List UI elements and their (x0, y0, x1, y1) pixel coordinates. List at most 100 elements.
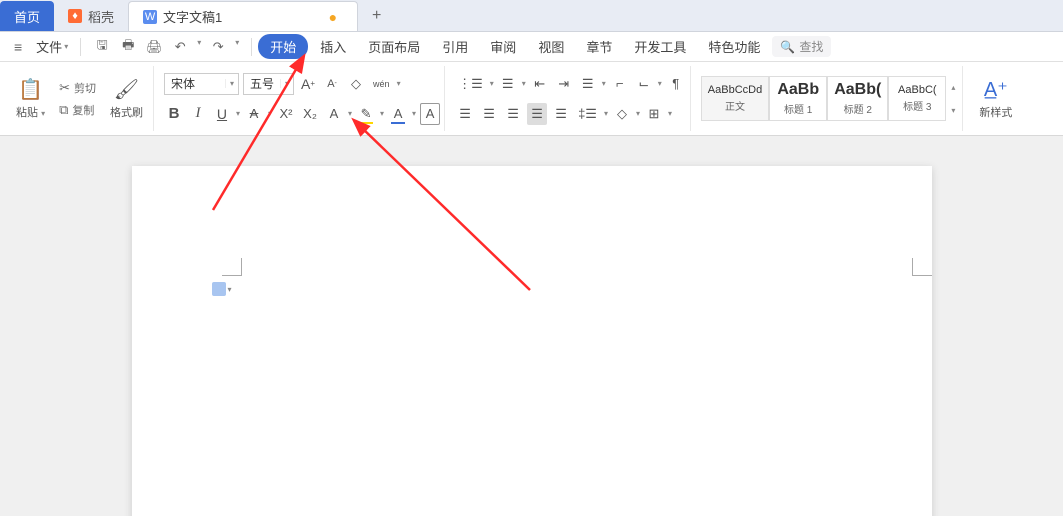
vert-align-button[interactable]: ☰ (578, 73, 598, 95)
align-left-button[interactable]: ☰ (455, 103, 475, 125)
copy-label: 复制 (72, 102, 94, 118)
page-control[interactable]: ▾ (212, 282, 232, 296)
chevron-down-icon[interactable]: ▾ (412, 109, 416, 118)
shading-button[interactable]: ◇ (612, 103, 632, 125)
bold-button[interactable]: B (164, 103, 184, 125)
grow-font-button[interactable]: A+ (298, 73, 318, 95)
chevron-down-icon[interactable]: ▾ (268, 109, 272, 118)
tab-page-layout[interactable]: 页面布局 (358, 34, 430, 59)
style-normal[interactable]: AaBbCcDd 正文 (701, 76, 769, 121)
redo-icon[interactable]: ↷ (209, 38, 227, 56)
chevron-down-icon[interactable]: ▾ (602, 79, 606, 88)
clear-format-button[interactable]: ◇ (346, 73, 366, 95)
chevron-down-icon[interactable]: ▾ (235, 38, 239, 56)
line-spacing-button[interactable]: ‡☰ (575, 103, 600, 125)
tab-review[interactable]: 审阅 (480, 34, 526, 59)
style-preview: AaBb( (834, 81, 881, 99)
ribbon: 📋 粘贴 ▾ ✂ 剪切 ⧉ 复制 🖌 格式刷 宋体 (0, 62, 1063, 136)
tab-view[interactable]: 视图 (528, 34, 574, 59)
align-center-button[interactable]: ☰ (479, 103, 499, 125)
char-border-button[interactable]: A (420, 103, 440, 125)
tab-chapters[interactable]: 章节 (576, 34, 622, 59)
tab-special[interactable]: 特色功能 (698, 34, 770, 59)
shrink-font-button[interactable]: A- (322, 73, 342, 95)
indent-decrease-button[interactable]: ⇤ (530, 73, 550, 95)
clipboard-group: 📋 粘贴 ▾ ✂ 剪切 ⧉ 复制 🖌 格式刷 (6, 66, 154, 131)
font-group: 宋体 ▾ 五号 ▾ A+ A- ◇ wén ▾ B I U ▾ A ▾ X² X… (160, 66, 445, 131)
document-page[interactable]: ▾ (132, 166, 932, 516)
tab-insert[interactable]: 插入 (310, 34, 356, 59)
tab-home[interactable]: 首页 (0, 1, 54, 31)
chevron-down-icon[interactable]: ▾ (236, 109, 240, 118)
new-style-button[interactable]: A̲⁺ 新样式 (973, 73, 1018, 124)
font-size-value: 五号 (244, 75, 280, 92)
chevron-down-icon[interactable]: ▾ (636, 109, 640, 118)
style-heading2[interactable]: AaBb( 标题 2 (827, 76, 888, 121)
copy-icon: ⧉ (59, 102, 68, 118)
document-workspace: ▾ (0, 136, 1063, 516)
save-icon[interactable]: 🖫 (93, 38, 111, 56)
hamburger-icon[interactable]: ≡ (8, 39, 28, 55)
chevron-down-icon[interactable]: ▾ (658, 79, 662, 88)
borders-button[interactable]: ⊞ (644, 103, 664, 125)
align-justify-button[interactable]: ☰ (527, 103, 547, 125)
chevron-down-icon[interactable]: ▾ (490, 79, 494, 88)
tab-docker[interactable]: ♦ 稻壳 (54, 1, 128, 31)
tab-document[interactable]: W 文字文稿1 ● (128, 1, 358, 31)
superscript-button[interactable]: X² (276, 103, 296, 125)
chevron-down-icon[interactable]: ▾ (397, 79, 401, 88)
chevron-down-icon[interactable]: ▾ (604, 109, 608, 118)
tab-new[interactable]: + (358, 1, 395, 31)
paste-button[interactable]: 📋 粘贴 ▾ (10, 73, 51, 124)
highlight-button[interactable]: ✎ (356, 103, 376, 125)
brush-icon: 🖌 (114, 77, 139, 102)
tab-developer[interactable]: 开发工具 (624, 34, 696, 59)
margin-marker-tl (222, 258, 242, 276)
numbering-button[interactable]: ☰ (498, 73, 518, 95)
paragraph-group: ⋮☰ ▾ ☰ ▾ ⇤ ⇥ ☰ ▾ ⌐ ⌙ ▾ ¶ ☰ ☰ ☰ ☰ ☰ ‡☰ ▾ ◇ ▾ ⊞ ▾ (451, 66, 691, 131)
align-right-button[interactable]: ☰ (503, 103, 523, 125)
cut-button[interactable]: ✂ 剪切 (55, 78, 100, 98)
distribute-button[interactable]: ☰ (551, 103, 571, 125)
style-name: 标题 2 (844, 101, 872, 116)
show-marks-button[interactable]: ¶ (666, 73, 686, 95)
chevron-down-icon[interactable]: ▾ (668, 109, 672, 118)
file-menu[interactable]: 文件 ▾ (30, 37, 74, 56)
print-icon[interactable]: 🖨 (145, 38, 163, 56)
print-preview-icon[interactable]: 🖶 (119, 38, 137, 56)
font-color-button[interactable]: A (388, 103, 408, 125)
unsaved-dot-icon: ● (329, 9, 337, 25)
style-name: 标题 3 (903, 98, 931, 113)
underline-button[interactable]: U (212, 103, 232, 125)
undo-icon[interactable]: ↶ (171, 38, 189, 56)
format-painter-button[interactable]: 🖌 格式刷 (104, 73, 149, 124)
line-bottom-button[interactable]: ⌙ (634, 73, 654, 95)
strikethrough-button[interactable]: A (244, 103, 264, 125)
indent-increase-button[interactable]: ⇥ (554, 73, 574, 95)
chevron-down-icon[interactable]: ▾ (380, 109, 384, 118)
cut-label: 剪切 (74, 80, 96, 96)
style-heading1[interactable]: AaBb 标题 1 (769, 76, 827, 121)
font-name-combo[interactable]: 宋体 ▾ (164, 73, 239, 95)
font-name-value: 宋体 (165, 75, 225, 92)
chevron-down-icon[interactable]: ▾ (348, 109, 352, 118)
text-effects-button[interactable]: A (324, 103, 344, 125)
search-box[interactable]: 🔍 查找 (772, 36, 831, 57)
phonetic-button[interactable]: wén (370, 73, 393, 95)
paste-label: 粘贴 ▾ (16, 104, 45, 120)
copy-button[interactable]: ⧉ 复制 (55, 100, 100, 120)
chevron-down-icon[interactable]: ▾ (197, 38, 201, 56)
tab-references[interactable]: 引用 (432, 34, 478, 59)
style-gallery-expand[interactable]: ▴ ▾ (948, 83, 958, 115)
style-heading3[interactable]: AaBbC( 标题 3 (888, 76, 946, 121)
tab-start[interactable]: 开始 (258, 34, 308, 59)
scissors-icon: ✂ (59, 80, 70, 96)
styles-group: AaBbCcDd 正文 AaBb 标题 1 AaBb( 标题 2 AaBbC( … (697, 66, 964, 131)
subscript-button[interactable]: X₂ (300, 103, 320, 125)
line-top-button[interactable]: ⌐ (610, 73, 630, 95)
italic-button[interactable]: I (188, 103, 208, 125)
chevron-down-icon[interactable]: ▾ (522, 79, 526, 88)
bullets-button[interactable]: ⋮☰ (455, 73, 486, 95)
plus-icon: + (372, 7, 381, 25)
font-size-combo[interactable]: 五号 ▾ (243, 73, 294, 95)
